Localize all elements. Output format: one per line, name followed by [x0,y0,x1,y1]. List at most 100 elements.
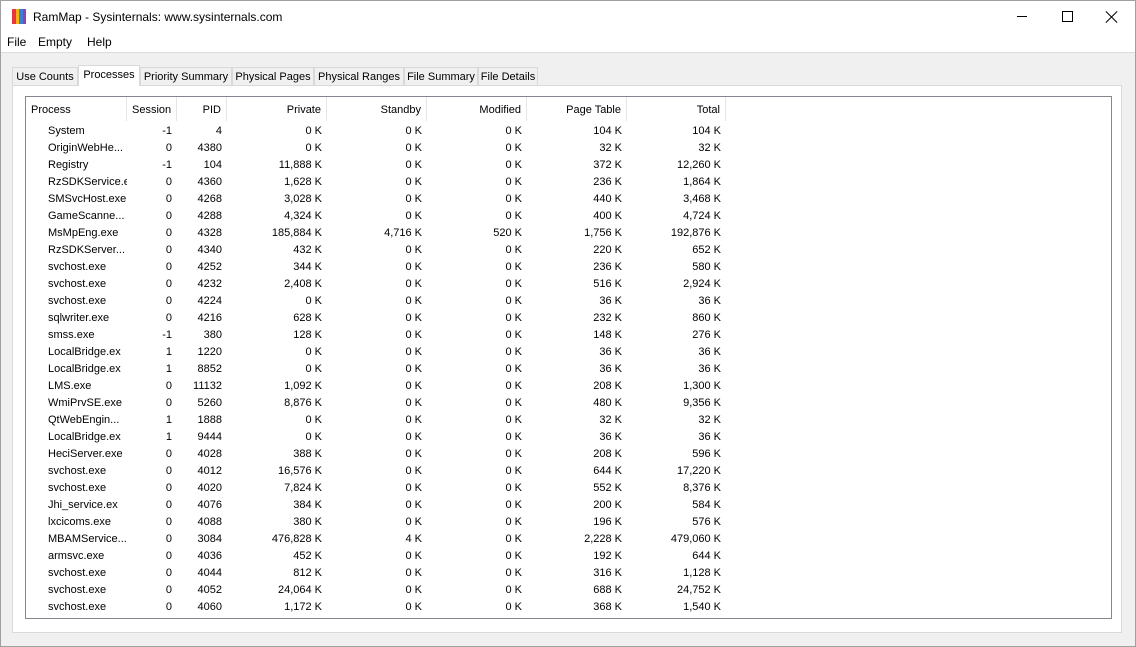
table-row[interactable]: GameScanne... 0 4288 4,324 K 0 K 0 K 400 K 4,72… [26,208,1096,225]
table-row[interactable]: System -1 4 0 K 0 K 0 K 104 K 104 K [26,123,1096,140]
cell-pid: 4076 [197,499,222,511]
cell-modified: 0 K [505,142,522,154]
cell-private: 384 K [293,499,322,511]
cell-private: 3,028 K [284,193,322,205]
cell-modified: 520 K [493,227,522,239]
cell-standby: 0 K [405,550,422,562]
cell-session: 0 [165,499,172,511]
process-list[interactable]: Process Session PID Private Standby Modi… [25,96,1112,619]
tab-file-summary[interactable]: File Summary [404,67,478,85]
cell-process: svchost.exe [48,601,107,613]
table-row[interactable]: svchost.exe 0 4232 2,408 K 0 K 0 K 516 K 2,924 … [26,276,1096,293]
column-header-private[interactable]: Private [227,97,327,121]
cell-total: 596 K [692,448,721,460]
table-row[interactable]: smss.exe -1 380 128 K 0 K 0 K 148 K 276 K [26,327,1096,344]
table-row[interactable]: armsvc.exe 0 4036 452 K 0 K 0 K 192 K 644 K [26,548,1096,565]
cell-process: MBAMService... [48,533,127,545]
column-header-total[interactable]: Total [627,97,726,121]
maximize-button[interactable] [1044,1,1090,32]
table-row[interactable]: OriginWebHe... 0 4380 0 K 0 K 0 K 32 K 32 K [26,140,1096,157]
cell-process: Jhi_service.ex [48,499,118,511]
column-header-page-table[interactable]: Page Table [527,97,627,121]
cell-total: 584 K [692,499,721,511]
cell-standby: 0 K [405,142,422,154]
close-icon [1106,11,1118,23]
table-row[interactable]: svchost.exe 0 4044 812 K 0 K 0 K 316 K 1,128 K [26,565,1096,582]
cell-private: 7,824 K [284,482,322,494]
tab-use-counts[interactable]: Use Counts [12,67,78,85]
cell-session: 0 [165,516,172,528]
cell-session: 0 [165,397,172,409]
table-row[interactable]: MBAMService... 0 3084 476,828 K 4 K 0 K 2,228 … [26,531,1096,548]
table-row[interactable]: HeciServer.exe 0 4028 388 K 0 K 0 K 208 K 596 K [26,446,1096,463]
table-row[interactable]: LMS.exe 0 11132 1,092 K 0 K 0 K 208 K 1,300 K [26,378,1096,395]
table-row[interactable]: SMSvcHost.exe 0 4268 3,028 K 0 K 0 K 440 K 3,46… [26,191,1096,208]
table-row[interactable]: LocalBridge.ex 1 9444 0 K 0 K 0 K 36 K 36 K [26,429,1096,446]
cell-session: 0 [165,227,172,239]
cell-modified: 0 K [505,159,522,171]
table-row[interactable]: svchost.exe 0 4224 0 K 0 K 0 K 36 K 36 K [26,293,1096,310]
table-row[interactable]: Registry -1 104 11,888 K 0 K 0 K 372 K 12,260 K [26,157,1096,174]
table-row[interactable]: QtWebEngin... 1 1888 0 K 0 K 0 K 32 K 32 K [26,412,1096,429]
cell-pid: 4360 [197,176,222,188]
cell-process: LMS.exe [48,380,92,392]
cell-session: 1 [165,414,172,426]
cell-total: 36 K [698,295,721,307]
cell-pid: 4268 [197,193,222,205]
title-bar[interactable]: RamMap - Sysinternals: www.sysinternals.… [1,1,1135,32]
table-row[interactable]: RzSDKService.e 0 4360 1,628 K 0 K 0 K 236 K 1,8… [26,174,1096,191]
cell-modified: 0 K [505,363,522,375]
menu-empty[interactable]: Empty [38,35,72,49]
cell-pid: 4044 [197,567,222,579]
menu-help[interactable]: Help [87,35,112,49]
table-row[interactable]: RzSDKServer... 0 4340 432 K 0 K 0 K 220 K 652 K [26,242,1096,259]
cell-private: 812 K [293,567,322,579]
column-header-row: Process Session PID Private Standby Modi… [26,97,1096,121]
cell-private: 16,576 K [277,465,322,477]
cell-pid: 11132 [193,380,222,392]
table-row[interactable]: WmiPrvSE.exe 0 5260 8,876 K 0 K 0 K 480 K 9,356… [26,395,1096,412]
cell-pid: 8852 [197,363,222,375]
tab-priority-summary[interactable]: Priority Summary [140,67,232,85]
cell-pid: 4012 [197,465,222,477]
cell-process: svchost.exe [48,465,107,477]
table-row[interactable]: MsMpEng.exe 0 4328 185,884 K 4,716 K 520 K 1,7… [26,225,1096,242]
table-row[interactable]: svchost.exe 0 4252 344 K 0 K 0 K 236 K 580 K [26,259,1096,276]
cell-process: RzSDKService.e [48,176,127,188]
column-header-pid[interactable]: PID [177,97,227,121]
column-header-session[interactable]: Session [127,97,177,121]
table-row[interactable]: svchost.exe 0 4052 24,064 K 0 K 0 K 688 K 24,75… [26,582,1096,599]
app-icon-stripe [22,9,26,24]
tab-file-details[interactable]: File Details [478,67,538,85]
cell-private: 2,408 K [284,278,322,290]
column-header-standby[interactable]: Standby [327,97,427,121]
tab-physical-pages[interactable]: Physical Pages [232,67,314,85]
table-row[interactable]: svchost.exe 0 4012 16,576 K 0 K 0 K 644 K 17,22… [26,463,1096,480]
cell-standby: 0 K [405,448,422,460]
close-button[interactable] [1089,1,1135,32]
table-row[interactable]: Jhi_service.ex 0 4076 384 K 0 K 0 K 200 K 584 K [26,497,1096,514]
table-row[interactable]: LocalBridge.ex 1 1220 0 K 0 K 0 K 36 K 36 K [26,344,1096,361]
tab-processes[interactable]: Processes [78,65,140,86]
cell-page-table: 400 K [593,210,622,222]
cell-private: 380 K [293,516,322,528]
cell-page-table: 208 K [593,380,622,392]
table-row[interactable]: sqlwriter.exe 0 4216 628 K 0 K 0 K 232 K 860 K [26,310,1096,327]
table-row[interactable]: LocalBridge.ex 1 8852 0 K 0 K 0 K 36 K 36 K [26,361,1096,378]
cell-modified: 0 K [505,397,522,409]
cell-total: 32 K [698,414,721,426]
cell-session: 0 [165,244,172,256]
cell-page-table: 2,228 K [584,533,622,545]
tab-physical-ranges[interactable]: Physical Ranges [314,67,404,85]
table-row[interactable]: lxcicoms.exe 0 4088 380 K 0 K 0 K 196 K 576 K [26,514,1096,531]
cell-pid: 4088 [197,516,222,528]
table-row[interactable]: svchost.exe 0 4060 1,172 K 0 K 0 K 368 K 1,540 … [26,599,1096,616]
cell-process: smss.exe [48,329,95,341]
column-header-modified[interactable]: Modified [427,97,527,121]
menu-file[interactable]: File [7,35,26,49]
cell-modified: 0 K [505,431,522,443]
cell-private: 1,628 K [284,176,322,188]
column-header-process[interactable]: Process [26,97,127,121]
table-row[interactable]: svchost.exe 0 4020 7,824 K 0 K 0 K 552 K 8,376 … [26,480,1096,497]
minimize-button[interactable] [999,1,1045,32]
